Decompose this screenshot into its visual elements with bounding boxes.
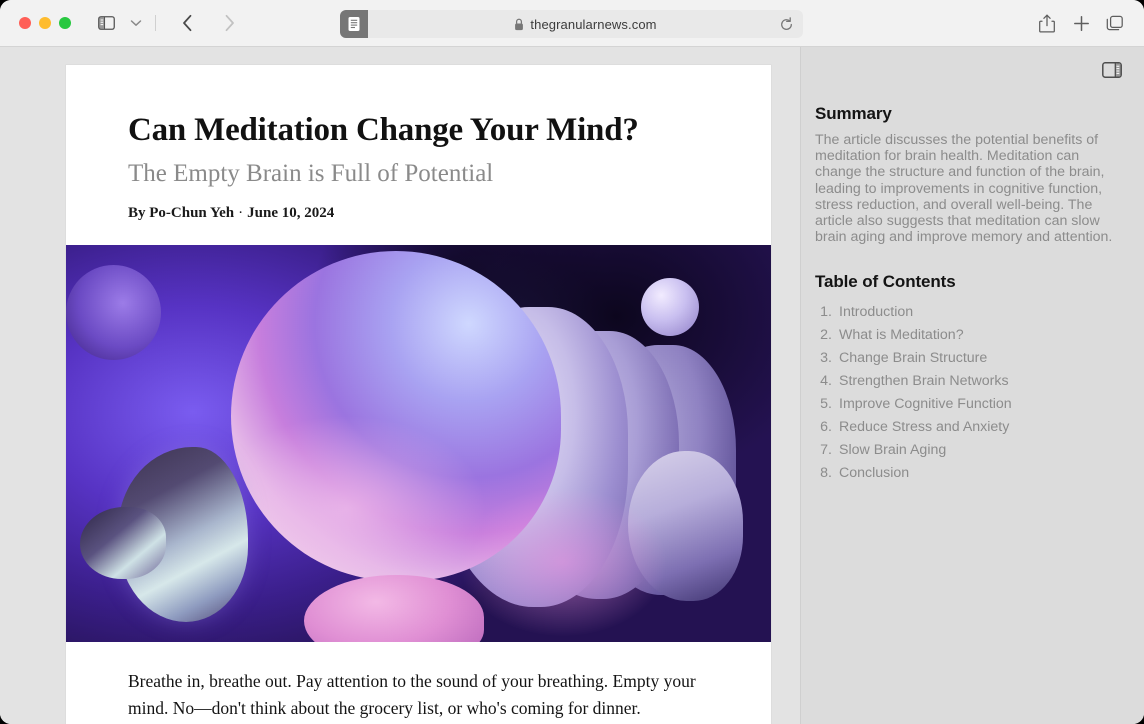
article-paragraph: Breathe in, breathe out. Pay attention t… bbox=[128, 671, 696, 719]
toc-heading: Table of Contents bbox=[815, 272, 956, 292]
byline-date: June 10, 2024 bbox=[247, 205, 335, 222]
page-title: Can Meditation Change Your Mind? bbox=[128, 112, 639, 148]
toc-label: What is Meditation? bbox=[839, 327, 964, 344]
reload-icon bbox=[780, 16, 792, 30]
article-card: Can Meditation Change Your Mind? The Emp… bbox=[66, 65, 771, 724]
hero-image bbox=[66, 245, 771, 643]
address-bar[interactable]: thegranularnews.com bbox=[362, 10, 803, 38]
traffic-lights bbox=[19, 17, 71, 29]
url-text: thegranularnews.com bbox=[530, 16, 657, 32]
browser-content: Can Meditation Change Your Mind? The Emp… bbox=[0, 47, 1144, 724]
toc-number: 8. bbox=[820, 465, 832, 482]
browser-toolbar: thegranularnews.com bbox=[0, 0, 1144, 47]
summary-text: The article discusses the potential bene… bbox=[815, 132, 1113, 246]
article-header: Can Meditation Change Your Mind? The Emp… bbox=[66, 65, 771, 245]
new-tab-button[interactable] bbox=[1066, 10, 1096, 36]
toc-label: Reduce Stress and Anxiety bbox=[839, 419, 1010, 436]
article-subhead: The Empty Brain is Full of Potential bbox=[128, 160, 494, 188]
back-button[interactable] bbox=[172, 10, 202, 36]
navigation-controls bbox=[91, 10, 244, 36]
share-button[interactable] bbox=[1032, 10, 1062, 36]
toc-label: Improve Cognitive Function bbox=[839, 396, 1012, 413]
plus-icon bbox=[1073, 15, 1089, 31]
toc-label: Slow Brain Aging bbox=[839, 442, 947, 459]
list-item[interactable]: 5. Improve Cognitive Function bbox=[815, 393, 1122, 416]
toc-number: 1. bbox=[820, 304, 832, 321]
browser-window: thegranularnews.com Can Meditation Chang… bbox=[0, 0, 1144, 724]
toc-label: Introduction bbox=[839, 304, 914, 321]
toc-label: Strengthen Brain Networks bbox=[839, 373, 1009, 390]
address-bar-container: thegranularnews.com bbox=[340, 10, 803, 38]
article-body: Breathe in, breathe out. Pay attention t… bbox=[66, 642, 771, 724]
toc-label: Conclusion bbox=[839, 465, 910, 482]
toc-number: 4. bbox=[820, 373, 832, 390]
toc-number: 2. bbox=[820, 327, 832, 344]
reader-document-icon bbox=[348, 17, 360, 31]
hero-grain-texture bbox=[66, 245, 771, 643]
toc-number: 5. bbox=[820, 396, 832, 413]
list-item[interactable]: 4. Strengthen Brain Networks bbox=[815, 370, 1122, 393]
reader-pane: Can Meditation Change Your Mind? The Emp… bbox=[0, 47, 800, 724]
toc-number: 7. bbox=[820, 442, 832, 459]
toc-number: 6. bbox=[820, 419, 832, 436]
chevron-left-icon bbox=[182, 14, 191, 32]
byline-separator: · bbox=[238, 205, 244, 222]
toolbar-divider bbox=[155, 15, 156, 31]
sidebar-left-icon bbox=[97, 16, 115, 30]
close-window-button[interactable] bbox=[19, 17, 31, 29]
byline-author: By Po-Chun Yeh bbox=[128, 205, 235, 222]
list-item[interactable]: 7. Slow Brain Aging bbox=[815, 439, 1122, 462]
forward-button[interactable] bbox=[214, 10, 244, 36]
sidebar-panel-toggle-button[interactable] bbox=[1097, 57, 1127, 83]
tab-overview-button[interactable] bbox=[1100, 10, 1130, 36]
share-icon bbox=[1039, 14, 1055, 33]
sidebar-toggle-button[interactable] bbox=[91, 10, 121, 36]
list-item[interactable]: 2. What is Meditation? bbox=[815, 324, 1122, 347]
list-item[interactable]: 1. Introduction bbox=[815, 301, 1122, 324]
toc-number: 3. bbox=[820, 350, 832, 367]
lock-icon bbox=[515, 18, 524, 30]
reader-mode-button[interactable] bbox=[340, 10, 368, 38]
toc-label: Change Brain Structure bbox=[839, 350, 988, 367]
maximize-window-button[interactable] bbox=[59, 17, 71, 29]
summary-heading: Summary bbox=[815, 104, 892, 123]
url-display: thegranularnews.com bbox=[514, 17, 656, 32]
sidebar-toolbar bbox=[801, 47, 1144, 93]
list-item[interactable]: 8. Conclusion bbox=[815, 462, 1122, 485]
list-item[interactable]: 6. Reduce Stress and Anxiety bbox=[815, 416, 1122, 439]
list-item[interactable]: 3. Change Brain Structure bbox=[815, 347, 1122, 370]
toolbar-actions bbox=[1032, 10, 1130, 36]
article-byline: By Po-Chun Yeh · June 10, 2024 bbox=[128, 205, 715, 245]
minimize-window-button[interactable] bbox=[39, 17, 51, 29]
reload-button[interactable] bbox=[777, 15, 795, 33]
sidebar-menu-button[interactable] bbox=[121, 10, 151, 36]
table-of-contents: 1. Introduction 2. What is Meditation? 3. C… bbox=[815, 301, 1122, 485]
tab-overview-icon bbox=[1106, 15, 1123, 30]
sidebar-content: Summary The article discusses the potent… bbox=[801, 93, 1144, 485]
reader-sidebar: Summary The article discusses the potent… bbox=[800, 47, 1144, 724]
chevron-down-icon bbox=[130, 20, 142, 26]
chevron-right-icon bbox=[225, 14, 234, 32]
sidebar-right-icon bbox=[1102, 62, 1122, 78]
